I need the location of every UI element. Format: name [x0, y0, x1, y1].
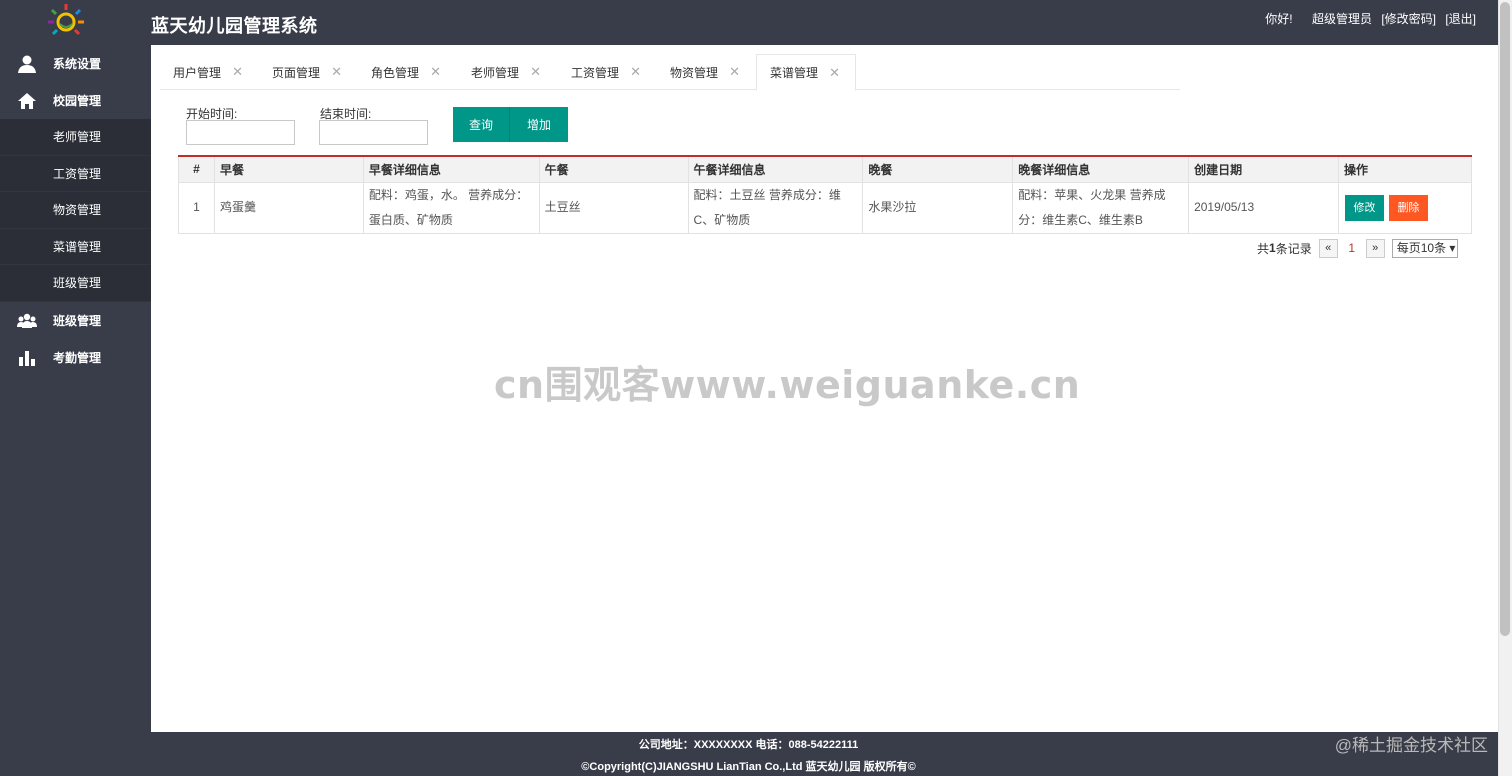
cell-dinner: 水果沙拉: [862, 181, 1014, 234]
col-header: 午餐详细信息: [687, 155, 864, 183]
footer-address: 公司地址：XXXXXXXX 电话：088-54222111: [638, 739, 859, 751]
tab-label: 工资管理: [571, 65, 620, 80]
record-count-suffix: 条记录: [1275, 241, 1312, 256]
greeting: 你好!: [1265, 12, 1293, 26]
username: 超级管理员: [1311, 12, 1372, 26]
page-size-select[interactable]: 每页10条 ▾: [1391, 238, 1459, 258]
tab-label: 页面管理: [272, 65, 321, 80]
close-icon[interactable]: ✕: [331, 64, 342, 80]
table-header-row: # 早餐 早餐详细信息 午餐 午餐详细信息 晚餐 晚餐详细信息 创建日期 操作: [178, 155, 1473, 183]
prev-page-button[interactable]: «: [1318, 238, 1338, 258]
tab-menu-management[interactable]: 菜谱管理 ✕: [756, 54, 856, 91]
top-header: 蓝天幼儿园管理系统 你好! 超级管理员 [修改密码] [退出]: [0, 0, 1498, 45]
sun-logo-icon: [48, 4, 84, 36]
logout-link[interactable]: [退出]: [1445, 12, 1476, 26]
cell-index: 1: [178, 181, 215, 234]
cell-created-date: 2019/05/13: [1188, 181, 1339, 234]
col-header: 操作: [1337, 155, 1473, 183]
tab-salary-management[interactable]: 工资管理 ✕: [558, 54, 644, 90]
sidebar-subitem-teacher[interactable]: 老师管理: [0, 119, 151, 156]
sidebar-item-label: 考勤管理: [53, 350, 102, 365]
tab-supplies-management[interactable]: 物资管理 ✕: [657, 54, 743, 90]
close-icon[interactable]: ✕: [630, 64, 641, 80]
record-count: 1: [1269, 241, 1276, 255]
next-page-button[interactable]: »: [1365, 238, 1385, 258]
sidebar-item-campus[interactable]: 校园管理: [0, 82, 151, 119]
tab-label: 物资管理: [670, 65, 719, 80]
menu-table: # 早餐 早餐详细信息 午餐 午餐详细信息 晚餐 晚餐详细信息 创建日期 操作 …: [178, 155, 1473, 234]
table-row: 1 鸡蛋羹 配料：鸡蛋，水。 营养成分：蛋白质、矿物质 土豆丝 配料：土豆丝 营…: [178, 181, 1473, 234]
sidebar-item-system-settings[interactable]: 系统设置: [0, 45, 151, 82]
chevron-down-icon: ▾: [1449, 240, 1456, 255]
footer: 公司地址：XXXXXXXX 电话：088-54222111 ©Copyright…: [151, 732, 1498, 776]
close-icon[interactable]: ✕: [729, 64, 740, 80]
close-icon[interactable]: ✕: [232, 64, 243, 80]
user-bar: 你好! 超级管理员 [修改密码] [退出]: [1259, 10, 1476, 27]
close-icon[interactable]: ✕: [430, 64, 441, 80]
sidebar-subitem-menu[interactable]: 菜谱管理: [0, 228, 151, 265]
edit-button[interactable]: 修改: [1344, 194, 1384, 221]
col-header: 晚餐: [862, 155, 1014, 183]
close-icon[interactable]: ✕: [829, 65, 840, 81]
corner-watermark: @稀土掘金技术社区: [1334, 736, 1488, 755]
add-button[interactable]: 增加: [510, 107, 568, 142]
cell-breakfast: 鸡蛋羹: [213, 181, 364, 234]
close-icon[interactable]: ✕: [530, 64, 541, 80]
query-button[interactable]: 查询: [453, 107, 510, 142]
pagination: 共 1 条记录 « 1 » 每页10条 ▾: [1257, 238, 1459, 258]
sidebar-item-label: 班级管理: [53, 313, 102, 328]
page-size-value: 每页10条: [1396, 240, 1447, 255]
sidebar-item-attendance[interactable]: 考勤管理: [0, 339, 151, 376]
end-time-input[interactable]: [319, 120, 428, 145]
tab-label: 用户管理: [173, 65, 222, 80]
record-count-prefix: 共: [1257, 241, 1270, 256]
sidebar-subitem-salary[interactable]: 工资管理: [0, 155, 151, 192]
user-icon: [18, 55, 36, 73]
col-header: 创建日期: [1188, 155, 1339, 183]
tab-bar: 用户管理 ✕ 页面管理 ✕ 角色管理 ✕ 老师管理 ✕ 工资管理 ✕ 物资管理 …: [160, 54, 1180, 91]
scrollbar-thumb[interactable]: [1500, 2, 1510, 636]
cell-dinner-detail: 配料：苹果、火龙果 营养成分：维生素C、维生素B: [1012, 181, 1190, 234]
sidebar: 系统设置 校园管理 老师管理 工资管理 物资管理 菜谱管理 班级管理 班级管理 …: [0, 45, 151, 776]
sidebar-item-label: 系统设置: [53, 57, 102, 71]
sidebar-item-class[interactable]: 班级管理: [0, 302, 151, 339]
footer-copyright: ©Copyright(C)JIANGSHU LianTian Co.,Ltd 蓝…: [581, 761, 916, 773]
delete-button[interactable]: 删除: [1388, 194, 1428, 221]
sidebar-item-label: 校园管理: [53, 94, 102, 108]
tab-label: 老师管理: [471, 65, 520, 80]
start-time-input[interactable]: [186, 120, 295, 145]
tab-teacher-management[interactable]: 老师管理 ✕: [458, 54, 544, 90]
cell-lunch-detail: 配料：土豆丝 营养成分：维C、矿物质: [687, 181, 864, 234]
cell-lunch: 土豆丝: [538, 181, 689, 234]
sidebar-subitem-class[interactable]: 班级管理: [0, 265, 151, 302]
cell-actions: 修改 删除: [1337, 181, 1473, 234]
tab-label: 角色管理: [371, 65, 420, 80]
tab-user-management[interactable]: 用户管理 ✕: [160, 54, 246, 90]
app-title: 蓝天幼儿园管理系统: [151, 16, 318, 36]
tab-role-management[interactable]: 角色管理 ✕: [358, 54, 444, 90]
cell-breakfast-detail: 配料：鸡蛋，水。 营养成分：蛋白质、矿物质: [362, 181, 540, 234]
change-password-link[interactable]: [修改密码]: [1381, 12, 1436, 26]
tab-page-management[interactable]: 页面管理 ✕: [259, 54, 345, 90]
tab-label: 菜谱管理: [770, 66, 819, 80]
home-icon: [18, 93, 36, 109]
col-header: 晚餐详细信息: [1012, 155, 1190, 183]
current-page[interactable]: 1: [1341, 241, 1363, 255]
sidebar-subitem-supplies[interactable]: 物资管理: [0, 192, 151, 229]
col-header: 午餐: [538, 155, 689, 183]
col-header: 早餐: [213, 155, 364, 183]
col-header: #: [178, 155, 215, 183]
bar-chart-icon: [19, 350, 35, 366]
col-header: 早餐详细信息: [362, 155, 540, 183]
group-icon: [17, 313, 37, 328]
watermark: cn围观客www.weiguanke.cn: [494, 363, 1081, 407]
